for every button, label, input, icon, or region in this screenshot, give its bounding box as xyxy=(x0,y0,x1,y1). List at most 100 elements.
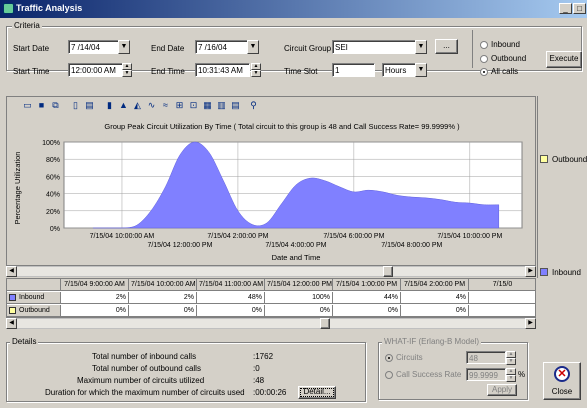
x-tick-label: 7/15/04 10:00:00 PM xyxy=(437,233,502,240)
open-icon[interactable]: ▭ xyxy=(22,100,33,111)
radio-outbound[interactable] xyxy=(480,55,488,63)
success-spin-up[interactable]: ▲ xyxy=(506,368,516,375)
radio-all-calls[interactable] xyxy=(480,68,488,76)
success-spin-down[interactable]: ▼ xyxy=(506,375,516,382)
line-3d-chart-icon[interactable]: ≈ xyxy=(160,100,171,111)
inbound-calls-value: :1762 xyxy=(253,352,274,361)
x-tick-label: 7/15/04 2:00:00 PM xyxy=(207,233,268,240)
end-time-label: End Time xyxy=(151,67,185,76)
inbound-calls-label: Total number of inbound calls xyxy=(92,352,197,361)
radio-circuits[interactable] xyxy=(385,354,393,362)
copy-icon[interactable]: ⧉ xyxy=(50,100,61,111)
radio-success-rate[interactable] xyxy=(385,371,393,379)
circuits-spin-up[interactable]: ▲ xyxy=(506,351,516,358)
grid-icon[interactable]: ▦ xyxy=(202,100,213,111)
grid-scroll-right[interactable]: ▶ xyxy=(525,318,536,329)
radio-circuits-label: Circuits xyxy=(396,353,423,362)
horizontal-grid-icon[interactable]: ▤ xyxy=(230,100,241,111)
time-slot-label: Time Slot xyxy=(284,67,318,76)
chart-scroll-right[interactable]: ▶ xyxy=(525,266,536,277)
time-unit-dropdown[interactable]: ▼ xyxy=(415,63,427,77)
chart-toolbar: ▭ ■ ⧉ ▯ ▤ ▮ ▲ ◭ ∿ ≈ ⊞ ⊡ ▦ ▥ ▤ ⚲ xyxy=(20,100,310,114)
execute-button[interactable]: Execute xyxy=(546,51,582,68)
grid-header[interactable]: 7/15/04 12:00:00 PM xyxy=(265,279,333,291)
start-time-label: Start Time xyxy=(13,67,50,76)
success-rate-field[interactable]: 99.9999 xyxy=(466,368,506,381)
grid-cell: 0% xyxy=(401,305,469,317)
grid-cell xyxy=(469,292,535,304)
grid-scrollbar[interactable] xyxy=(6,318,536,329)
details-label: Details xyxy=(10,337,39,346)
area-3d-chart-icon[interactable]: ◭ xyxy=(132,100,143,111)
legend-inbound-swatch xyxy=(540,268,548,276)
grid-scroll-thumb[interactable] xyxy=(320,318,330,329)
combo-chart-icon[interactable]: ⊞ xyxy=(174,100,185,111)
chart-scrollbar[interactable] xyxy=(6,266,536,277)
grid-cell: 100% xyxy=(265,292,333,304)
max-duration-label: Duration for which the maximum number of… xyxy=(45,388,245,397)
radio-inbound[interactable] xyxy=(480,41,488,49)
grid-cell xyxy=(469,305,535,317)
grid-header[interactable]: 7/15/04 11:00:00 AM xyxy=(197,279,265,291)
scatter-chart-icon[interactable]: ⊡ xyxy=(188,100,199,111)
circuit-group-field[interactable]: SEI xyxy=(332,40,417,54)
end-time-spin-up[interactable]: ▲ xyxy=(251,63,261,70)
grid-header[interactable]: 7/15/04 10:00:00 AM xyxy=(129,279,197,291)
close-button[interactable]: ✕ Close xyxy=(543,362,581,400)
grid-scroll-left[interactable]: ◀ xyxy=(6,318,17,329)
radio-inbound-label: Inbound xyxy=(491,40,520,49)
print-icon[interactable]: ▤ xyxy=(84,100,95,111)
start-date-field[interactable]: 7 /14/04 xyxy=(68,40,121,54)
time-unit-select[interactable]: Hours xyxy=(382,63,416,77)
detail-button[interactable]: Detail... xyxy=(298,386,336,399)
start-date-dropdown[interactable]: ▼ xyxy=(118,40,130,54)
maximize-button[interactable]: □ xyxy=(573,3,586,14)
circuits-spin-down[interactable]: ▼ xyxy=(506,358,516,365)
vertical-grid-icon[interactable]: ▥ xyxy=(216,100,227,111)
start-time-spin-up[interactable]: ▲ xyxy=(122,63,132,70)
y-axis-label: Percentage Utilization xyxy=(13,152,22,225)
y-tick-label: 80% xyxy=(46,157,60,164)
zoom-icon[interactable]: ⚲ xyxy=(248,100,259,111)
end-date-dropdown[interactable]: ▼ xyxy=(247,40,259,54)
end-date-field[interactable]: 7 /16/04 xyxy=(195,40,248,54)
print-preview-icon[interactable]: ▯ xyxy=(70,100,81,111)
minimize-button[interactable]: _ xyxy=(559,3,572,14)
grid-cell: 48% xyxy=(197,292,265,304)
time-slot-field[interactable]: 1 xyxy=(332,63,375,77)
y-tick-label: 0% xyxy=(50,226,60,233)
outbound-calls-value: :0 xyxy=(253,364,260,373)
max-circuits-label: Maximum number of circuits utilized xyxy=(77,376,205,385)
bar-chart-icon[interactable]: ▮ xyxy=(104,100,115,111)
y-tick-label: 100% xyxy=(42,140,60,147)
x-tick-label: 7/15/04 10:00:00 AM xyxy=(90,233,155,240)
start-time-field[interactable]: 12:00:00 AM xyxy=(68,63,123,77)
start-time-spin-down[interactable]: ▼ xyxy=(122,70,132,77)
grid-header[interactable]: 7/15/04 1:00:00 PM xyxy=(333,279,401,291)
grid-cell: 44% xyxy=(333,292,401,304)
grid-cell: 0% xyxy=(197,305,265,317)
grid-cell: 0% xyxy=(265,305,333,317)
save-icon[interactable]: ■ xyxy=(36,100,47,111)
apply-button[interactable]: Apply xyxy=(487,384,517,396)
grid-header[interactable]: 7/15/04 2:00:00 PM xyxy=(401,279,469,291)
chart-scroll-left[interactable]: ◀ xyxy=(6,266,17,277)
circuit-group-dropdown[interactable]: ▼ xyxy=(415,40,427,54)
line-chart-icon[interactable]: ∿ xyxy=(146,100,157,111)
grid-header[interactable]: 7/15/04 9:00:00 AM xyxy=(61,279,129,291)
y-tick-label: 40% xyxy=(46,192,60,199)
grid-cell: 0% xyxy=(61,305,129,317)
end-time-field[interactable]: 10:31:43 AM xyxy=(195,63,250,77)
divider xyxy=(472,30,473,68)
percent-unit: % xyxy=(518,370,526,379)
chart-scroll-thumb[interactable] xyxy=(383,266,393,277)
grid-header[interactable]: 7/15/0 xyxy=(469,279,535,291)
legend-outbound-swatch xyxy=(540,155,548,163)
grid-cell: 2% xyxy=(61,292,129,304)
end-time-spin-down[interactable]: ▼ xyxy=(251,70,261,77)
area-chart-icon[interactable]: ▲ xyxy=(118,100,129,111)
x-tick-label: 7/15/04 6:00:00 PM xyxy=(323,233,384,240)
circuits-field[interactable]: 48 xyxy=(466,351,506,364)
whatif-label: WHAT-IF (Erlang-B Model) xyxy=(382,337,481,346)
browse-button[interactable]: ... xyxy=(435,39,458,54)
